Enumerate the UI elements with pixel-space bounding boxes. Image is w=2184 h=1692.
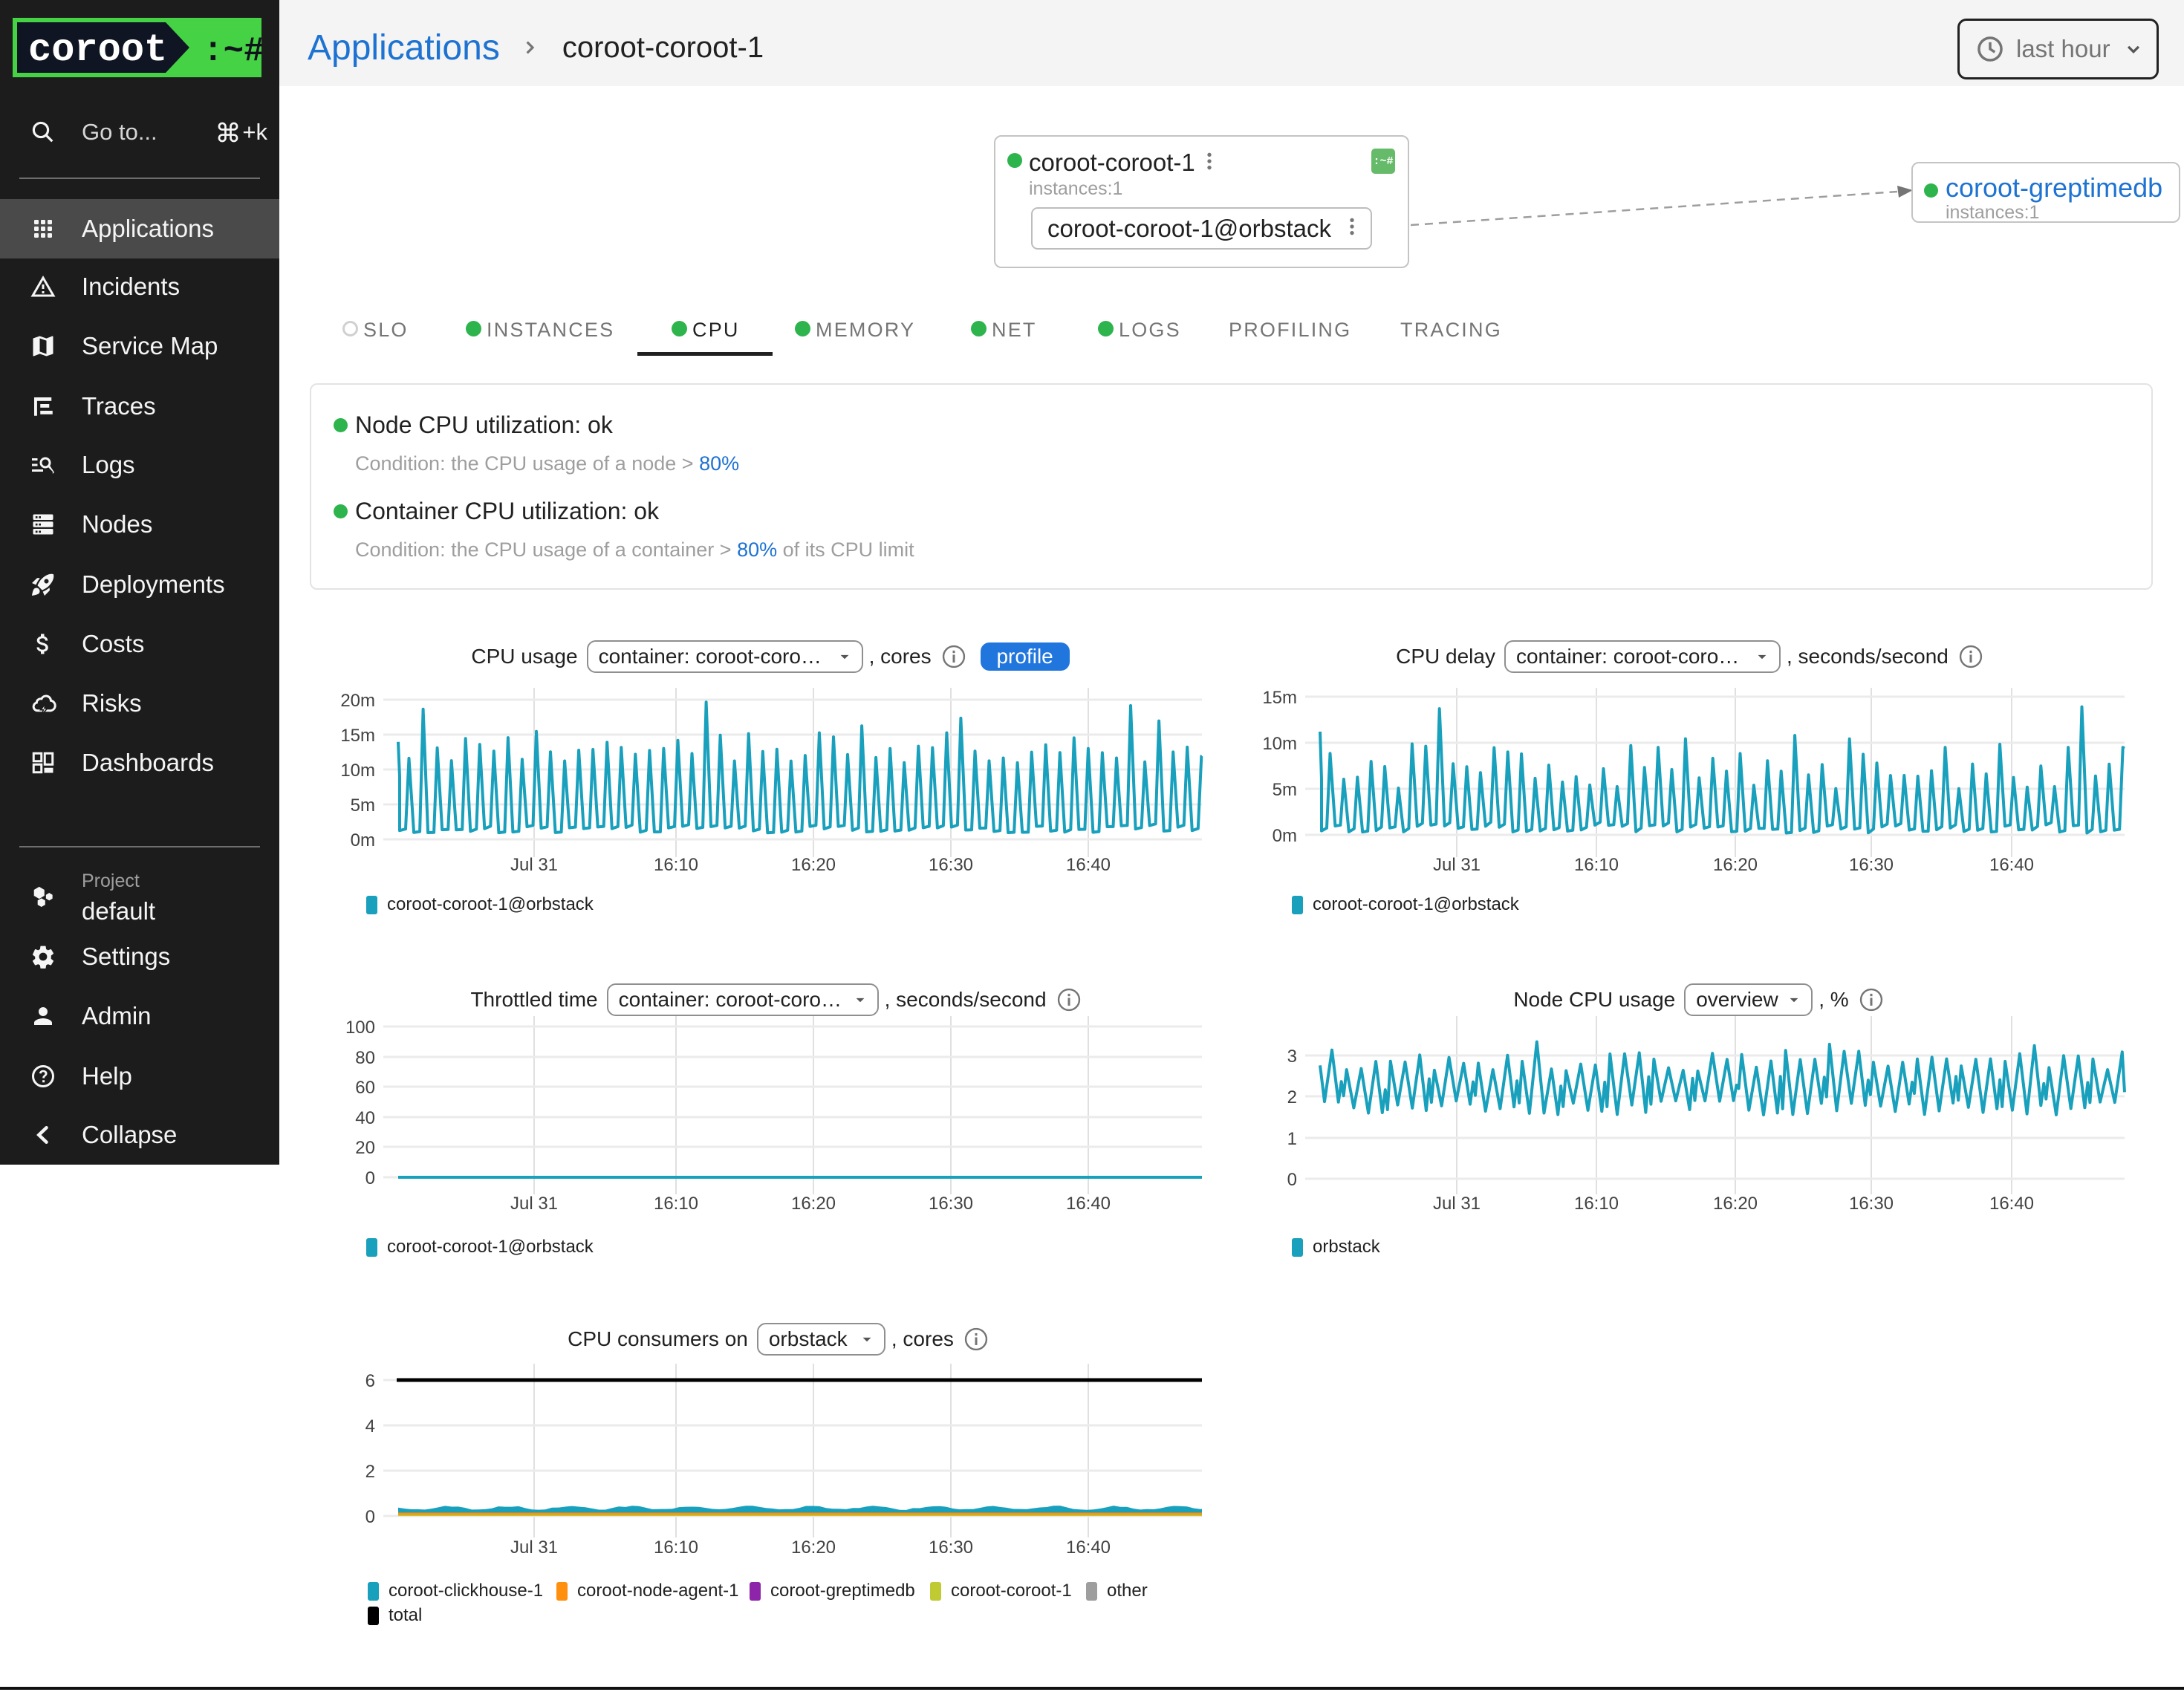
svg-text:0: 0 xyxy=(1287,1170,1297,1190)
svg-text:20m: 20m xyxy=(340,691,375,711)
svg-text:3: 3 xyxy=(1287,1047,1297,1067)
svg-text:16:40: 16:40 xyxy=(1989,855,2034,875)
svg-text:5m: 5m xyxy=(351,795,375,816)
svg-text:Jul 31: Jul 31 xyxy=(510,855,558,875)
svg-text:16:20: 16:20 xyxy=(1713,1194,1758,1214)
svg-text:0m: 0m xyxy=(1273,826,1297,846)
svg-text:16:30: 16:30 xyxy=(929,1538,973,1558)
svg-text::~#: :~# xyxy=(203,32,261,71)
svg-text:100: 100 xyxy=(345,1018,375,1038)
svg-text:16:10: 16:10 xyxy=(1574,1194,1619,1214)
svg-text:16:30: 16:30 xyxy=(929,1194,973,1214)
svg-text:10m: 10m xyxy=(1262,734,1297,754)
svg-text:16:20: 16:20 xyxy=(791,1538,836,1558)
svg-text:16:30: 16:30 xyxy=(1849,1194,1894,1214)
svg-text:80: 80 xyxy=(355,1048,375,1068)
svg-text:16:30: 16:30 xyxy=(929,855,973,875)
svg-text:0: 0 xyxy=(365,1168,375,1188)
svg-text:0m: 0m xyxy=(351,830,375,850)
svg-text:coroot: coroot xyxy=(28,28,167,72)
svg-text:2: 2 xyxy=(365,1462,375,1482)
svg-text:16:10: 16:10 xyxy=(654,855,698,875)
svg-text:16:40: 16:40 xyxy=(1066,1538,1111,1558)
svg-text:16:40: 16:40 xyxy=(1066,1194,1111,1214)
svg-text:Jul 31: Jul 31 xyxy=(510,1538,558,1558)
svg-text:6: 6 xyxy=(365,1371,375,1391)
svg-text:15m: 15m xyxy=(340,726,375,746)
svg-text:4: 4 xyxy=(365,1416,375,1436)
svg-text:Jul 31: Jul 31 xyxy=(1433,1194,1481,1214)
svg-text:2: 2 xyxy=(1287,1087,1297,1107)
svg-text:16:10: 16:10 xyxy=(654,1538,698,1558)
svg-text:16:40: 16:40 xyxy=(1066,855,1111,875)
svg-text:5m: 5m xyxy=(1273,780,1297,800)
svg-text:Jul 31: Jul 31 xyxy=(1433,855,1481,875)
svg-text:16:20: 16:20 xyxy=(791,855,836,875)
svg-text:16:10: 16:10 xyxy=(654,1194,698,1214)
svg-text:40: 40 xyxy=(355,1108,375,1128)
svg-text:16:10: 16:10 xyxy=(1574,855,1619,875)
svg-text:16:30: 16:30 xyxy=(1849,855,1894,875)
svg-text:60: 60 xyxy=(355,1078,375,1098)
svg-text:10m: 10m xyxy=(340,761,375,781)
svg-text:20: 20 xyxy=(355,1138,375,1158)
svg-text:1: 1 xyxy=(1287,1129,1297,1149)
svg-text:16:20: 16:20 xyxy=(791,1194,836,1214)
svg-text:16:20: 16:20 xyxy=(1713,855,1758,875)
svg-text:Jul 31: Jul 31 xyxy=(510,1194,558,1214)
svg-text:16:40: 16:40 xyxy=(1989,1194,2034,1214)
svg-text:15m: 15m xyxy=(1262,688,1297,708)
svg-text:0: 0 xyxy=(365,1507,375,1527)
